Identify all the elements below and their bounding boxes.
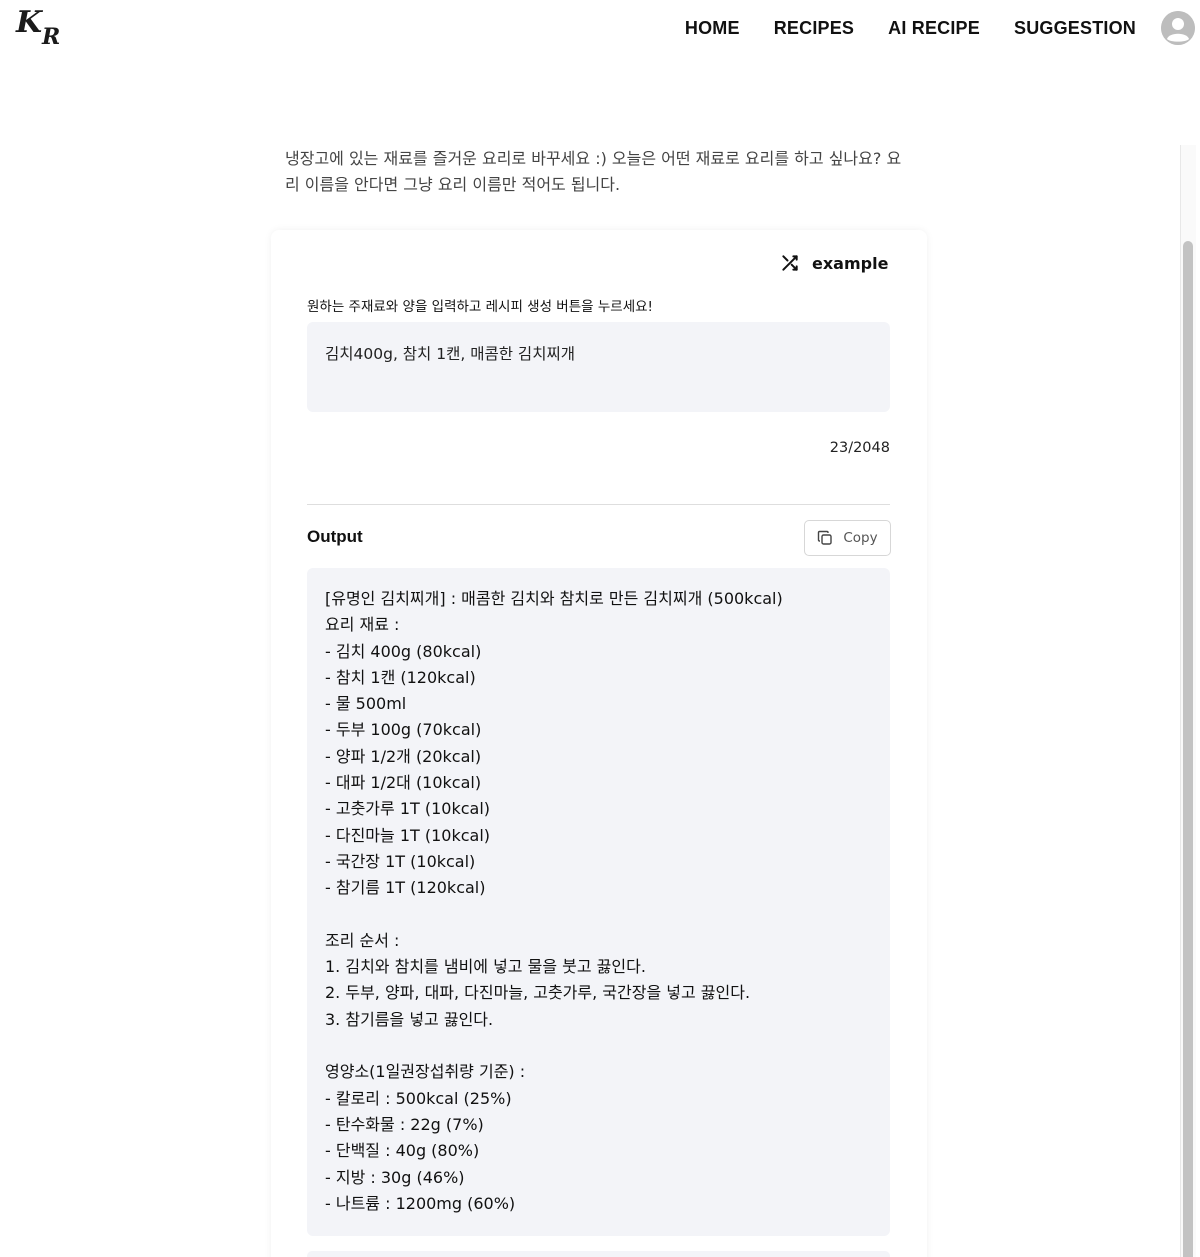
next-section	[307, 1251, 890, 1257]
output-line: - 참치 1캔 (120kcal)	[325, 667, 476, 687]
output-line: - 참기름 1T (120kcal)	[325, 878, 486, 898]
user-icon	[1161, 11, 1195, 45]
copy-label: Copy	[843, 530, 878, 546]
output-line: - 다진마늘 1T (10kcal)	[325, 825, 491, 845]
page: K R HOME RECIPES AI RECIPE SUGGESTION 냉장…	[0, 0, 1200, 1257]
character-counter: 23/2048	[829, 440, 890, 456]
nav-home[interactable]: HOME	[685, 16, 740, 40]
ingredients-input[interactable]: 김치400g, 참치 1캔, 매콤한 김치찌개	[307, 322, 890, 412]
output-line: - 단백질 : 40g (80%)	[325, 1141, 480, 1161]
output-line: - 탄수화물 : 22g (7%)	[325, 1114, 484, 1134]
nav-ai-recipe[interactable]: AI RECIPE	[888, 16, 980, 40]
output-line: 조리 순서 :	[325, 930, 400, 950]
output-lines: [유명인 김치찌개] : 매콤한 김치와 참치로 만든 김치찌개 (500kca…	[325, 586, 872, 1217]
example-button[interactable]: example	[780, 250, 888, 276]
logo-letter-r: R	[42, 24, 61, 50]
logo[interactable]: K R	[16, 8, 60, 52]
main-nav: HOME RECIPES AI RECIPE SUGGESTION	[685, 16, 1136, 40]
output-line: - 두부 100g (70kcal)	[325, 720, 482, 740]
prompt-label: 원하는 주재료와 양을 입력하고 레시피 생성 버튼을 누르세요!	[307, 299, 653, 315]
output-line: - 지방 : 30g (46%)	[325, 1167, 465, 1187]
divider	[307, 504, 890, 505]
nav-recipes[interactable]: RECIPES	[774, 16, 854, 40]
output-title: Output	[307, 527, 363, 546]
intro-text: 냉장고에 있는 재료를 즐거운 요리로 바꾸세요 :) 오늘은 어떤 재료로 요…	[285, 149, 902, 194]
output-line: 2. 두부, 양파, 대파, 다진마늘, 고춧가루, 국간장을 넣고 끓인다.	[325, 983, 751, 1003]
output-line: 1. 김치와 참치를 냄비에 넣고 물을 붓고 끓인다.	[325, 957, 646, 977]
nav-suggestion[interactable]: SUGGESTION	[1014, 16, 1136, 40]
output-line: - 김치 400g (80kcal)	[325, 641, 482, 661]
avatar[interactable]	[1161, 11, 1195, 45]
output-box[interactable]: [유명인 김치찌개] : 매콤한 김치와 참치로 만든 김치찌개 (500kca…	[307, 568, 890, 1236]
output-line: - 칼로리 : 500kcal (25%)	[325, 1088, 512, 1108]
example-label: example	[812, 253, 889, 273]
output-line: 요리 재료 :	[325, 615, 400, 635]
scrollbar-thumb[interactable]	[1183, 241, 1193, 1257]
copy-button[interactable]: Copy	[804, 520, 891, 556]
output-line: - 고춧가루 1T (10kcal)	[325, 799, 491, 819]
logo-letter-k: K	[16, 5, 43, 40]
output-line: 영양소(1일권장섭취량 기준) :	[325, 1062, 526, 1082]
output-line: [유명인 김치찌개] : 매콤한 김치와 참치로 만든 김치찌개 (500kca…	[325, 589, 783, 608]
output-line: 3. 참기름을 넣고 끓인다.	[325, 1009, 494, 1029]
output-line: - 양파 1/2개 (20kcal)	[325, 746, 482, 766]
output-line: - 나트륨 : 1200mg (60%)	[325, 1193, 516, 1213]
output-line: - 국간장 1T (10kcal)	[325, 851, 476, 871]
output-line: - 물 500ml	[325, 694, 407, 714]
copy-icon	[818, 530, 833, 545]
shuffle-icon	[782, 255, 798, 271]
output-line: - 대파 1/2대 (10kcal)	[325, 773, 482, 793]
